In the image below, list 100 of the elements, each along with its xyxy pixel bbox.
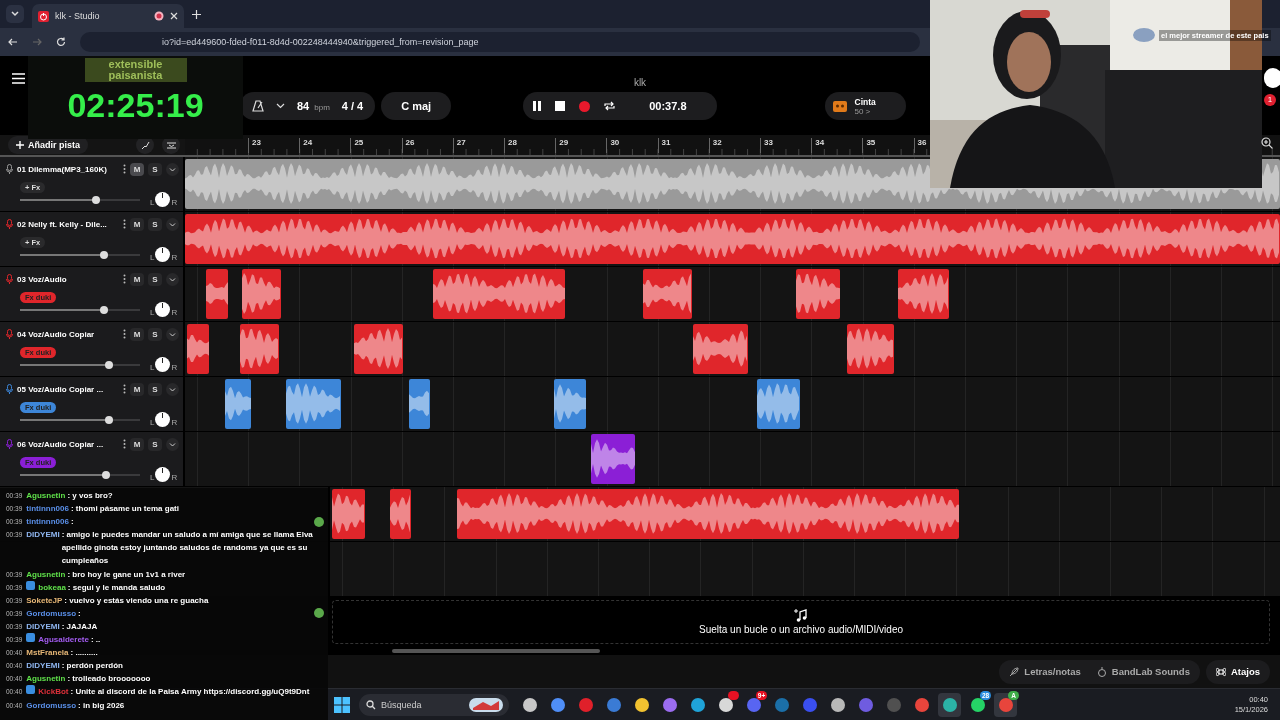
metronome-icon[interactable]: [252, 100, 264, 112]
scrollbar-thumb[interactable]: [392, 649, 600, 653]
more-icon[interactable]: [123, 384, 126, 394]
slider-thumb[interactable]: [91, 196, 100, 204]
browser-tab[interactable]: klk - Studio: [32, 4, 184, 28]
audio-clip[interactable]: [554, 379, 586, 429]
drop-zone[interactable]: Suelta un bucle o un archivo audio/MIDI/video: [332, 600, 1270, 644]
audio-clip[interactable]: [286, 379, 341, 429]
tab-list-button[interactable]: [6, 5, 24, 23]
time-signature[interactable]: 4 / 4: [341, 100, 364, 112]
close-icon[interactable]: [170, 12, 178, 20]
audio-clip[interactable]: [847, 324, 894, 374]
pan-knob[interactable]: [155, 302, 171, 317]
solo-button[interactable]: S: [148, 162, 162, 176]
stop-icon[interactable]: [555, 101, 566, 111]
mute-button[interactable]: M: [130, 437, 144, 451]
audio-clip[interactable]: [240, 324, 279, 374]
audio-clip[interactable]: [643, 269, 692, 319]
audio-clip[interactable]: [409, 379, 430, 429]
track-name: 05 Voz/Audio Copiar ...: [17, 384, 105, 394]
bar-number: 36: [913, 138, 927, 153]
chat-username[interactable]: SoketeJP: [26, 593, 63, 607]
playback-time: 00:37.8: [649, 100, 687, 112]
chat-username[interactable]: MstFranela: [26, 646, 69, 660]
audio-clip[interactable]: [354, 324, 403, 374]
audio-clip[interactable]: [457, 489, 959, 539]
app-icon[interactable]: [938, 692, 961, 717]
more-icon[interactable]: [123, 219, 126, 229]
chevron-down-icon[interactable]: [276, 103, 285, 109]
pan-knob[interactable]: [155, 192, 171, 207]
solo-button[interactable]: S: [148, 272, 162, 286]
audio-clip[interactable]: [390, 489, 411, 539]
bar-number: 29: [555, 138, 569, 153]
reload-icon[interactable]: [56, 37, 66, 47]
slider-thumb[interactable]: [104, 416, 113, 424]
chat-username[interactable]: DIDYEMI: [26, 528, 60, 542]
chat-username[interactable]: Gordomusso: [26, 698, 77, 712]
audio-clip[interactable]: [187, 324, 209, 374]
chat-username[interactable]: KickBot: [38, 685, 69, 699]
audio-clip[interactable]: [693, 324, 748, 374]
audio-clip[interactable]: [757, 379, 800, 429]
windows-start-icon[interactable]: [334, 696, 350, 713]
solo-button[interactable]: S: [148, 437, 162, 451]
shortcuts-button[interactable]: Atajos: [1205, 659, 1270, 684]
more-icon[interactable]: [123, 274, 126, 284]
menu-icon[interactable]: [12, 73, 25, 84]
loop-icon[interactable]: [604, 101, 616, 111]
slider-thumb[interactable]: [102, 471, 111, 479]
mute-button[interactable]: M: [130, 217, 144, 231]
chat-username[interactable]: Gordomusso: [26, 606, 77, 620]
profile-avatar[interactable]: [1264, 68, 1280, 88]
chat-username[interactable]: tintinnn006: [26, 515, 69, 529]
audio-clip[interactable]: [242, 269, 281, 319]
plus-icon[interactable]: [192, 9, 201, 19]
record-icon[interactable]: [579, 100, 591, 112]
bar-number: 28: [504, 138, 517, 153]
mute-button[interactable]: M: [130, 162, 144, 176]
key-button[interactable]: C maj: [381, 92, 452, 120]
audio-clip[interactable]: [206, 269, 228, 319]
solo-button[interactable]: S: [148, 217, 162, 231]
chat-username[interactable]: Agusnetin: [26, 567, 66, 581]
track-name: 02 Nelly ft. Kelly - Dile...: [17, 219, 108, 229]
tempo-value[interactable]: 84: [297, 100, 310, 112]
solo-button[interactable]: S: [148, 327, 162, 341]
pan-knob[interactable]: [155, 467, 171, 482]
pan-knob[interactable]: [155, 357, 171, 372]
back-icon[interactable]: [8, 37, 18, 47]
recording-icon: [154, 11, 164, 21]
audio-clip[interactable]: [898, 269, 949, 319]
chat-username[interactable]: DIDYEMI: [26, 619, 60, 634]
zoom-in-icon[interactable]: [1261, 137, 1273, 149]
audio-clip[interactable]: [591, 434, 635, 484]
audio-clip[interactable]: [433, 269, 565, 319]
chat-username[interactable]: DIDYEMI: [26, 659, 60, 673]
chat-username[interactable]: bokeaa: [38, 580, 66, 594]
slider-thumb[interactable]: [104, 361, 113, 369]
panel-button[interactable]: BandLab Sounds: [1090, 660, 1196, 683]
chat-username[interactable]: tintinnn006: [26, 502, 69, 516]
more-icon[interactable]: [123, 329, 126, 339]
more-icon[interactable]: [123, 439, 126, 449]
address-bar[interactable]: io?id=ed449600-fded-f011-8d4d-002248444940&triggered_from=revision_page: [80, 32, 920, 52]
pan-knob[interactable]: [155, 247, 171, 262]
solo-button[interactable]: S: [148, 382, 162, 396]
audio-clip[interactable]: [225, 379, 251, 429]
mute-button[interactable]: M: [130, 272, 144, 286]
slider-thumb[interactable]: [100, 306, 108, 314]
audio-clip[interactable]: [796, 269, 840, 319]
pan-knob[interactable]: [155, 412, 171, 427]
mute-button[interactable]: M: [130, 327, 144, 341]
panel-button[interactable]: Letras/notas: [1003, 660, 1087, 683]
chat-username[interactable]: Agusnetin: [26, 489, 66, 503]
slider-thumb[interactable]: [100, 251, 108, 259]
chat-username[interactable]: Agusalderete: [38, 633, 89, 647]
more-icon[interactable]: [123, 164, 126, 174]
audio-clip[interactable]: [332, 489, 365, 539]
pause-icon[interactable]: [533, 101, 542, 111]
pan-label: R: [171, 198, 178, 207]
mute-button[interactable]: M: [130, 382, 144, 396]
tape-button[interactable]: Cinta 50 >: [824, 92, 906, 120]
chat-username[interactable]: Agusnetin: [26, 672, 66, 686]
